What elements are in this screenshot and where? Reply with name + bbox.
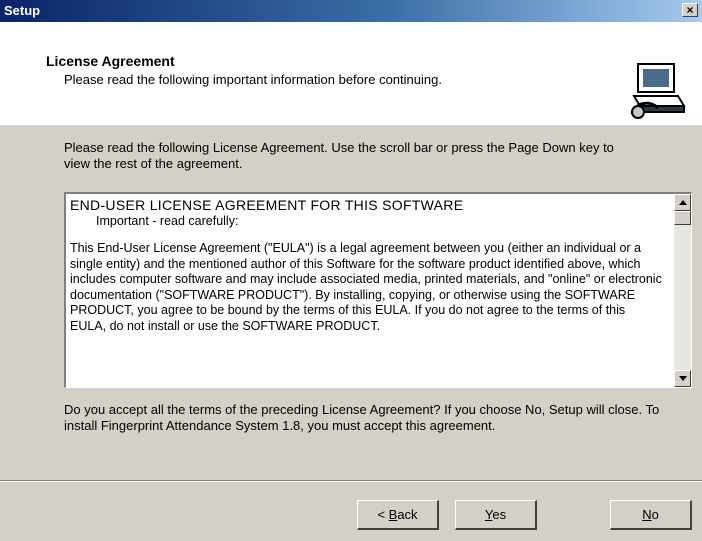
title-bar: Setup × xyxy=(0,0,702,22)
wizard-header: License Agreement Please read the follow… xyxy=(0,22,702,125)
no-mnemonic: N xyxy=(642,507,652,522)
close-button[interactable]: × xyxy=(682,3,698,17)
arrow-up-icon xyxy=(679,200,687,205)
yes-button[interactable]: Yes xyxy=(455,500,537,530)
computer-setup-icon xyxy=(630,63,686,119)
instructions-text: Please read the following License Agreem… xyxy=(64,140,614,171)
window-title: Setup xyxy=(4,3,41,18)
page-title: License Agreement xyxy=(46,53,175,69)
scroll-up-button[interactable] xyxy=(674,194,691,211)
vertical-scrollbar[interactable] xyxy=(674,194,691,387)
no-button[interactable]: No xyxy=(610,500,692,530)
accept-question: Do you accept all the terms of the prece… xyxy=(64,402,660,433)
back-button[interactable]: < Back xyxy=(357,500,439,530)
yes-rest: es xyxy=(492,507,507,522)
license-text: END-USER LICENSE AGREEMENT FOR THIS SOFT… xyxy=(70,197,662,334)
back-rest: ack xyxy=(397,507,418,522)
scroll-down-button[interactable] xyxy=(674,370,691,387)
page-subtitle: Please read the following important info… xyxy=(64,72,442,87)
license-heading: END-USER LICENSE AGREEMENT FOR THIS SOFT… xyxy=(70,197,464,213)
license-textbox[interactable]: END-USER LICENSE AGREEMENT FOR THIS SOFT… xyxy=(64,192,692,388)
no-rest: o xyxy=(651,507,659,522)
license-body: This End-User License Agreement ("EULA")… xyxy=(70,241,662,333)
license-subheading: Important - read carefully: xyxy=(96,213,239,228)
scroll-thumb[interactable] xyxy=(674,211,691,225)
header-divider xyxy=(0,124,702,125)
back-prefix: < xyxy=(377,507,389,522)
close-icon: × xyxy=(686,3,694,17)
arrow-down-icon xyxy=(679,376,687,381)
footer-divider-highlight xyxy=(0,481,702,482)
